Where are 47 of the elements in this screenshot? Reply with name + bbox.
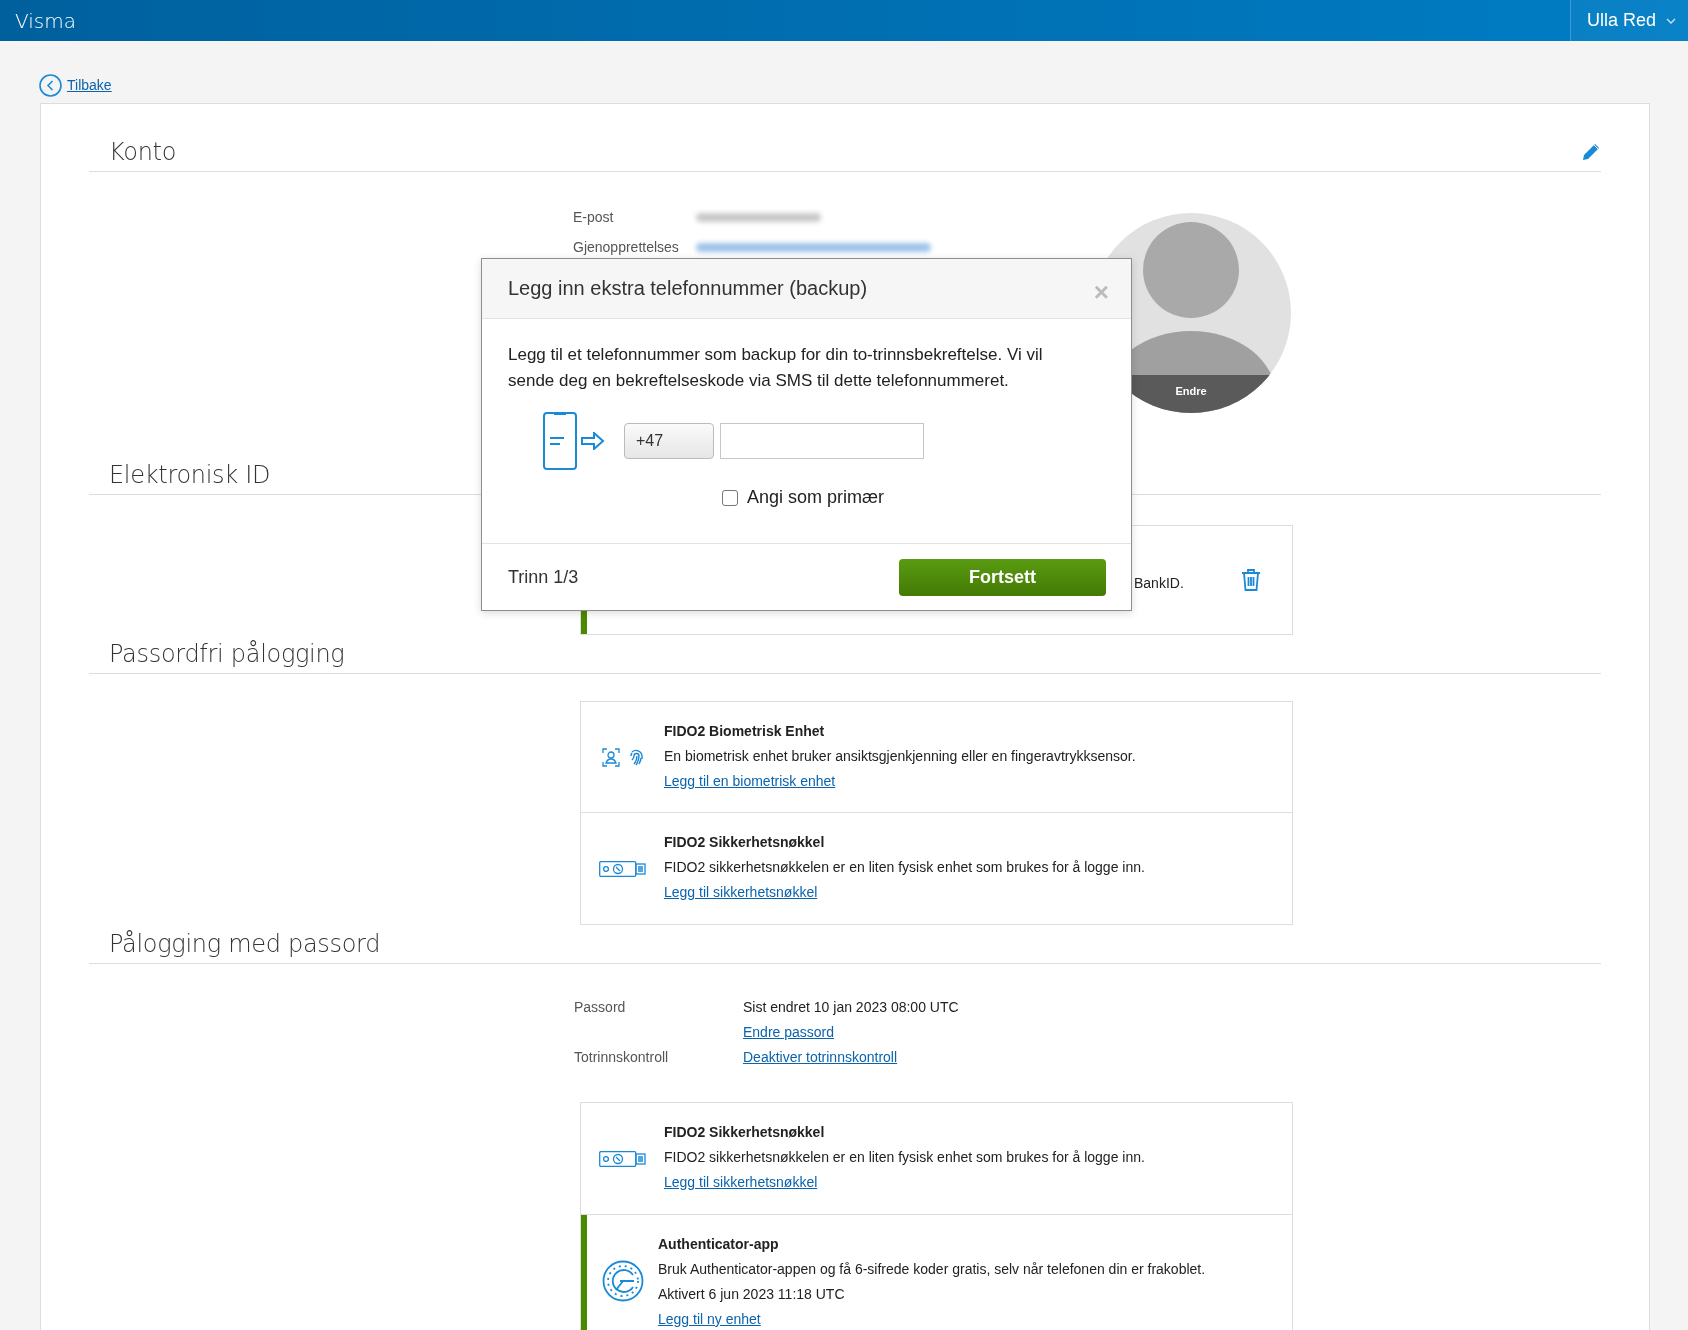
arrow-icon [581,432,605,450]
method-description: BankID. [1134,574,1184,593]
fingerprint-icon [628,748,644,766]
brand-name: Visma [14,8,77,33]
step-indicator: Trinn 1/3 [508,566,580,588]
field-label: Passord [574,998,627,1017]
section-heading: Elektronisk ID [109,460,271,491]
authenticator-icon [601,1259,644,1302]
method-description: FIDO2 sikkerhetsnøkkelen er en liten fysisk enhet som brukes for å logge inn. [664,858,1145,877]
modal-description: Legg til et telefonnummer som backup for din to-trinnsbekreftelse. Vi vil sende deg en bekreftelseskode via SMS til dette telefonnummeret. [508,344,1044,392]
edit-icon[interactable] [1581,142,1601,162]
method-description: FIDO2 sikkerhetsnøkkelen er en liten fysisk enhet som brukes for å logge inn. [664,1148,1145,1167]
method-title: FIDO2 Biometrisk Enhet [664,722,826,741]
method-title: FIDO2 Sikkerhetsnøkkel [664,833,826,852]
back-link[interactable]: Tilbake [67,77,112,93]
field-label: Gjenopprettelses [573,239,680,255]
setting-link[interactable]: Endre passord [743,1020,835,1045]
activation-date: Aktivert 6 jun 2023 11:18 UTC [658,1285,846,1304]
chevron-down-icon [1666,17,1676,24]
country-code-select[interactable]: +47 [624,423,714,459]
section-heading: Pålogging med passord [109,929,381,960]
continue-button[interactable]: Fortsett [899,558,1106,596]
section-heading: Konto [109,137,177,168]
trash-icon[interactable] [1240,568,1262,592]
method-description: En biometrisk enhet bruker ansiktsgjenkjenning eller en fingeravtrykksensor. [664,747,1136,766]
setting-link[interactable]: Deaktiver totrinnskontroll [743,1045,898,1070]
back-icon[interactable] [39,73,62,97]
method-title: FIDO2 Sikkerhetsnøkkel [664,1123,826,1142]
add-method-link[interactable]: Legg til en biometrisk enhet [664,769,836,794]
face-scan-icon [601,747,620,767]
phone-number-field[interactable] [720,423,924,459]
add-method-link[interactable]: Legg til sikkerhetsnøkkel [664,1170,818,1195]
method-description: Bruk Authenticator-appen og få 6-sifrede koder gratis, selv når telefonen din er frakoblet. [658,1260,1206,1279]
field-label: Totrinnskontroll [574,1048,670,1067]
add-method-link[interactable]: Legg til sikkerhetsnøkkel [664,880,818,905]
checkbox[interactable] [722,489,738,506]
section-heading: Passordfri pålogging [109,639,345,670]
security-key-icon [598,1150,647,1167]
security-key-icon [598,860,647,877]
phone-icon [543,412,577,470]
add-method-link[interactable]: Legg til ny enhet [658,1307,761,1330]
user-menu[interactable]: Ulla Red [1569,0,1688,41]
checkbox-label[interactable]: Angi som primær [747,487,885,508]
modal-title: Legg inn ekstra telefonnummer (backup) [508,277,869,300]
field-label: E-post [573,209,615,225]
field-value: Sist endret 10 jan 2023 08:00 UTC [743,998,959,1017]
method-title: Authenticator-app [658,1235,780,1254]
